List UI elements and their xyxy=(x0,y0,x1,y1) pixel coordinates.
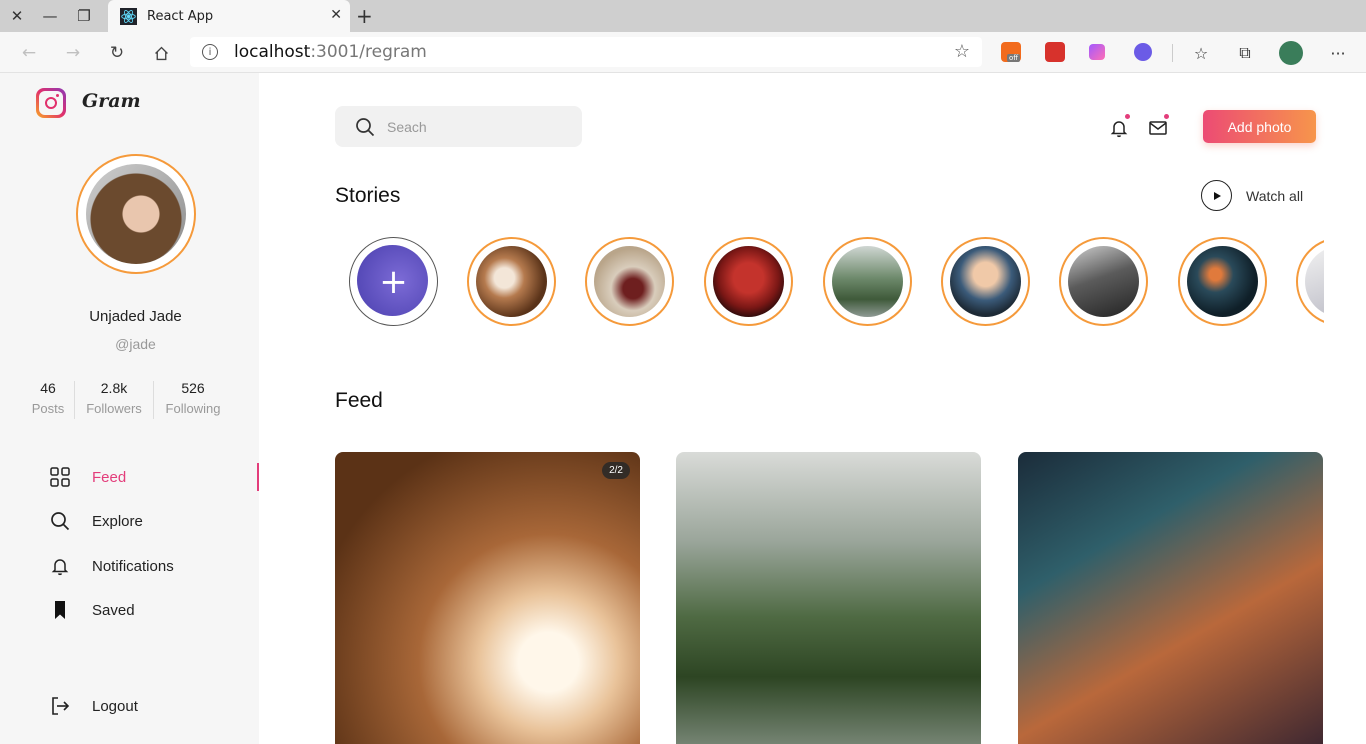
story-image xyxy=(1187,246,1258,317)
search-icon xyxy=(356,117,375,136)
menu-label: Feed xyxy=(92,468,127,486)
story-image xyxy=(594,246,665,317)
stories-row: + xyxy=(348,237,1324,329)
add-story-button[interactable]: + xyxy=(349,237,438,326)
story-item[interactable] xyxy=(585,237,674,326)
menu-item-notifications[interactable]: Notifications xyxy=(50,554,174,578)
toolbar-divider xyxy=(1172,44,1173,62)
collections-icon[interactable]: ⧉ xyxy=(1233,41,1257,65)
menu-item-explore[interactable]: Explore xyxy=(50,509,143,533)
stat-label: Posts xyxy=(31,401,65,416)
feed-post[interactable]: 2/2 xyxy=(335,452,640,744)
url-field[interactable]: i localhost:3001/regram ☆ xyxy=(190,37,982,67)
menu-item-feed[interactable]: Feed xyxy=(50,465,126,489)
stat-value: 526 xyxy=(181,380,205,396)
tab-title: React App xyxy=(147,8,214,24)
forward-icon[interactable]: → xyxy=(60,40,86,66)
favorites-icon[interactable]: ☆ xyxy=(1189,41,1213,65)
story-item[interactable] xyxy=(1178,237,1267,326)
new-tab-icon[interactable]: + xyxy=(356,4,373,28)
logout-button[interactable]: Logout xyxy=(50,694,138,718)
react-favicon-icon xyxy=(120,7,137,25)
extension-circle-icon[interactable] xyxy=(1134,43,1152,61)
story-item[interactable] xyxy=(823,237,912,326)
bookmark-icon xyxy=(50,600,70,620)
browser-tab[interactable]: React App ✕ xyxy=(108,0,350,32)
feed-post[interactable] xyxy=(676,452,981,744)
instagram-logo-icon[interactable] xyxy=(36,88,66,118)
carousel-count-badge: 2/2 xyxy=(602,462,630,479)
story-image xyxy=(1305,246,1324,317)
add-photo-button[interactable]: Add photo xyxy=(1203,110,1316,143)
message-dot xyxy=(1164,114,1169,119)
refresh-icon[interactable]: ↻ xyxy=(104,40,130,66)
stat-value: 2.8k xyxy=(100,380,128,396)
stories-title: Stories xyxy=(335,184,401,207)
address-bar: ← → ↻ i localhost:3001/regram ☆ off ☆ ⧉ … xyxy=(0,32,1366,73)
extension-purple-icon[interactable] xyxy=(1089,44,1105,60)
stat-divider xyxy=(74,381,75,419)
stat-posts[interactable]: 46 Posts xyxy=(31,380,65,416)
window-minimize-icon[interactable]: — xyxy=(33,0,67,32)
url-text: localhost:3001/regram xyxy=(234,42,427,62)
story-image xyxy=(950,246,1021,317)
stat-value: 46 xyxy=(40,380,56,396)
watch-all-button[interactable]: Watch all xyxy=(1201,180,1303,211)
stat-label: Following xyxy=(165,401,221,416)
site-info-icon[interactable]: i xyxy=(202,44,218,60)
user-name: Unjaded Jade xyxy=(89,308,182,325)
bell-icon xyxy=(50,556,70,576)
search-icon xyxy=(50,511,70,531)
more-options-icon[interactable]: ··· xyxy=(1326,41,1350,65)
story-image xyxy=(832,246,903,317)
messages-mail-icon[interactable] xyxy=(1148,114,1170,140)
avatar-image xyxy=(86,164,186,264)
back-icon[interactable]: ← xyxy=(16,40,42,66)
favorite-star-icon[interactable]: ☆ xyxy=(954,41,970,62)
window-close-icon[interactable]: ✕ xyxy=(0,0,34,32)
story-item[interactable] xyxy=(941,237,1030,326)
menu-label: Saved xyxy=(92,601,135,619)
story-item[interactable] xyxy=(704,237,793,326)
plus-icon: + xyxy=(379,261,408,302)
story-item[interactable] xyxy=(1059,237,1148,326)
story-item[interactable] xyxy=(467,237,556,326)
extension-office-icon[interactable]: off xyxy=(1001,42,1021,62)
home-icon[interactable] xyxy=(148,40,174,66)
user-handle: @jade xyxy=(115,336,156,352)
grid-icon xyxy=(50,467,70,487)
search-placeholder: Seach xyxy=(387,118,427,135)
extension-red-icon[interactable] xyxy=(1045,42,1065,62)
extension-off-badge: off xyxy=(1007,54,1021,62)
profile-avatar-icon[interactable] xyxy=(1279,41,1303,65)
stat-followers[interactable]: 2.8k Followers xyxy=(82,380,146,416)
stat-label: Followers xyxy=(86,401,142,416)
search-input[interactable]: Seach xyxy=(335,106,582,147)
logout-icon xyxy=(50,696,70,716)
tab-close-icon[interactable]: ✕ xyxy=(330,7,342,23)
feed-title: Feed xyxy=(335,389,383,412)
stat-following[interactable]: 526 Following xyxy=(161,380,225,416)
brand-name: Gram xyxy=(82,90,141,112)
play-icon xyxy=(1201,180,1232,211)
watch-all-label: Watch all xyxy=(1246,187,1304,204)
story-item[interactable] xyxy=(1296,237,1324,326)
notification-dot xyxy=(1125,114,1130,119)
menu-label: Notifications xyxy=(92,557,174,575)
browser-tab-bar: ✕ — ❐ React App ✕ + xyxy=(0,0,1366,32)
feed-post[interactable] xyxy=(1018,452,1323,744)
story-image xyxy=(713,246,784,317)
menu-label: Logout xyxy=(92,697,138,715)
window-restore-icon[interactable]: ❐ xyxy=(67,0,101,32)
profile-avatar[interactable] xyxy=(76,154,196,274)
story-image xyxy=(1068,246,1139,317)
sidebar: Gram Unjaded Jade @jade 46 Posts 2.8k Fo… xyxy=(0,73,259,744)
stat-divider xyxy=(153,381,154,419)
notifications-bell-icon[interactable] xyxy=(1109,114,1131,140)
menu-label: Explore xyxy=(92,512,143,530)
story-image xyxy=(476,246,547,317)
menu-item-saved[interactable]: Saved xyxy=(50,598,135,622)
main-content: Seach Add photo Stories Watch all + Feed… xyxy=(259,73,1366,744)
